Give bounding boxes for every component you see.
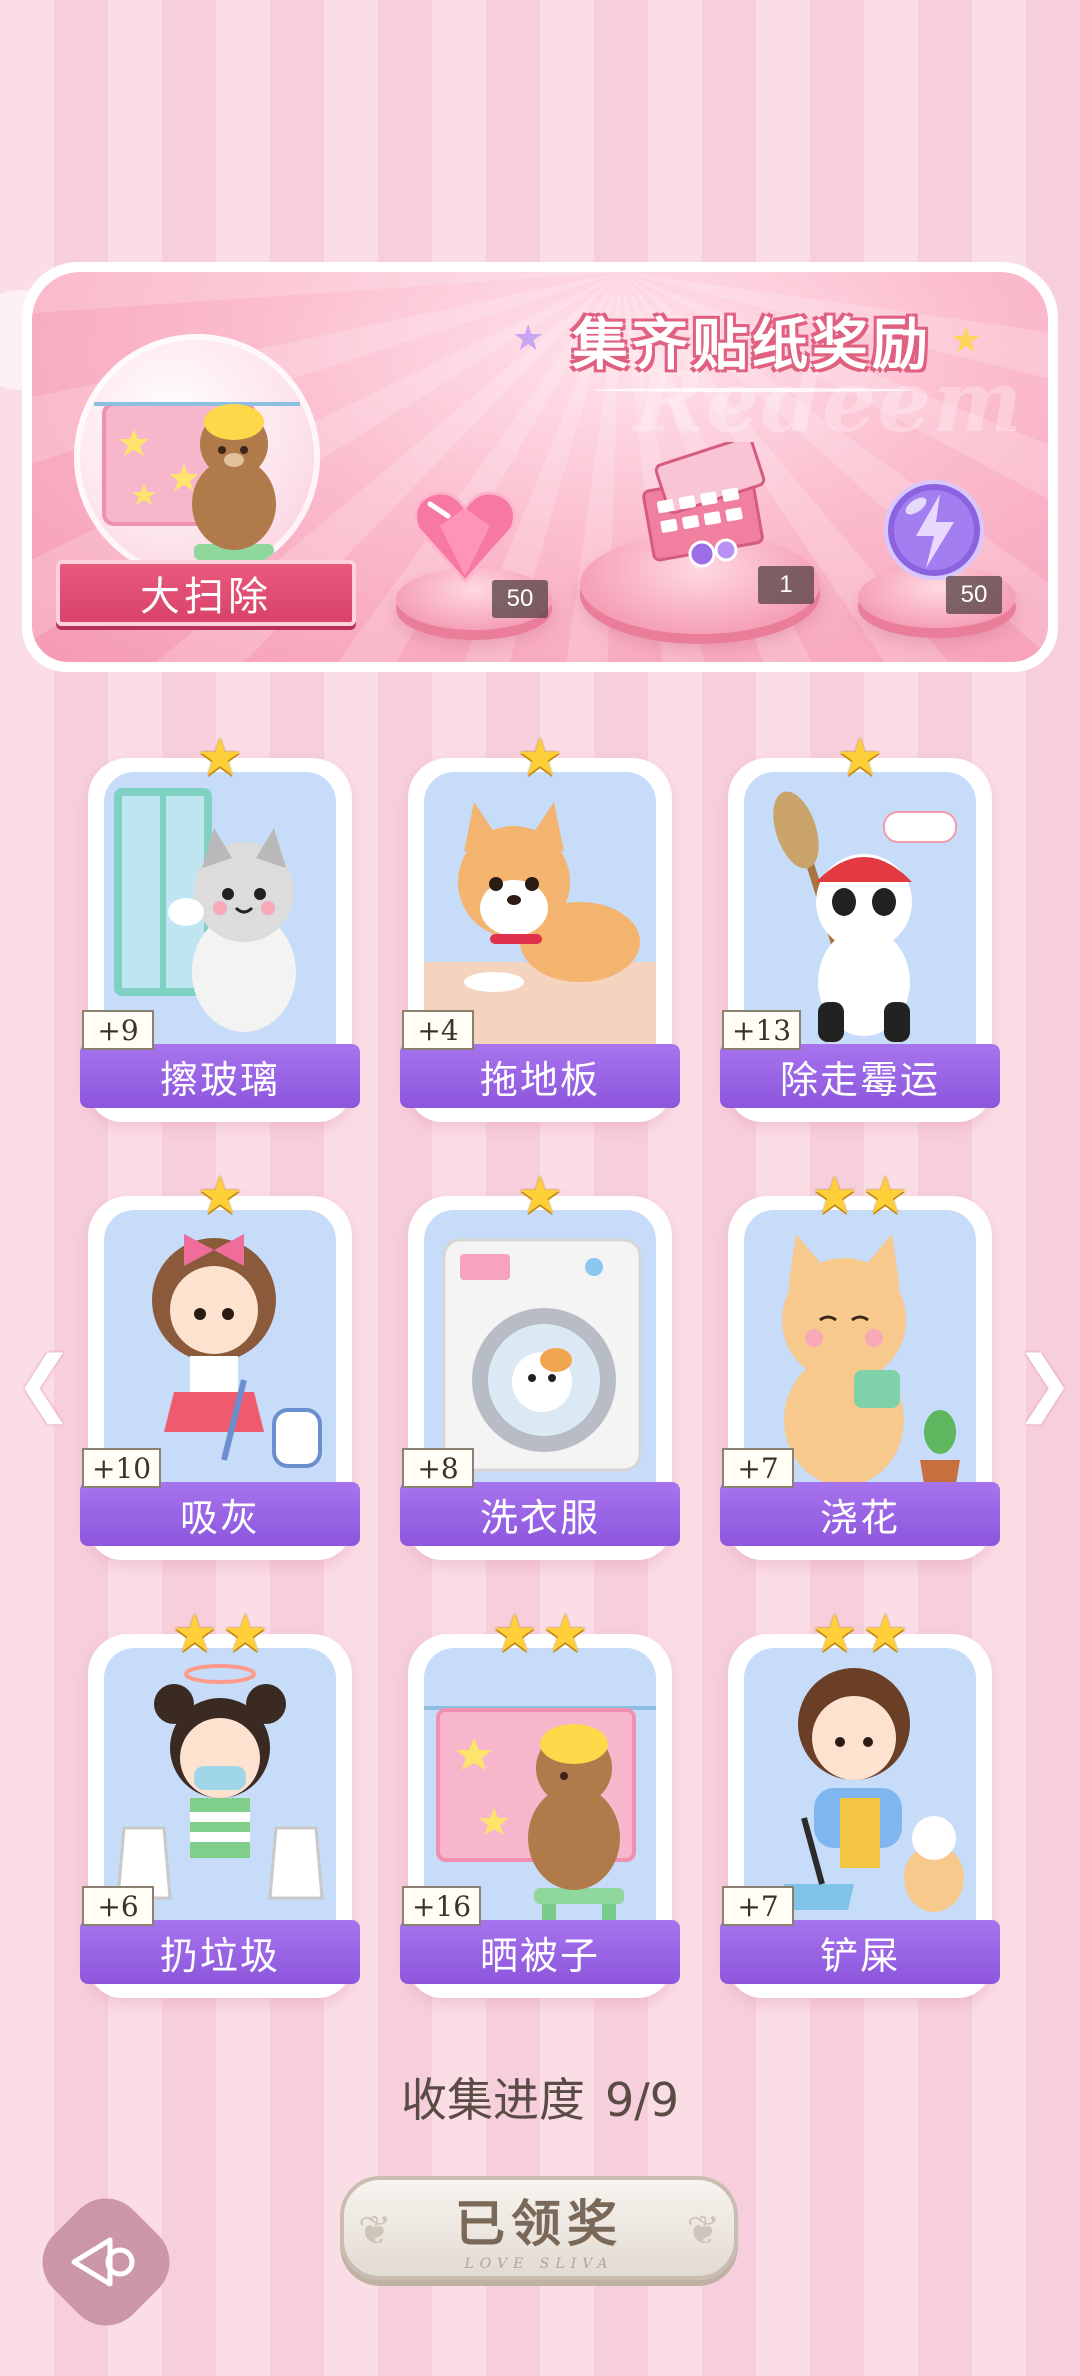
sticker-card-label: 晒被子 [400,1920,680,1984]
star-rating: ★ [728,732,992,784]
star-icon: ★ [811,1166,858,1226]
star-icon: ★ [512,318,545,359]
star-icon: ★ [811,1604,858,1664]
banner-title-wrap: 集齐贴纸奖励 [552,300,952,380]
purple-energy-orb-icon[interactable] [882,478,986,582]
star-icon: ★ [516,728,564,788]
sticker-card[interactable]: ★ 除走霉运 +13 [720,732,1000,1122]
star-icon: ★ [542,1604,589,1664]
bear-airing-quilt-icon [94,402,300,580]
featured-sticker-label-text: 大扫除 [140,574,272,620]
progress-value: 9/9 [604,2073,680,2127]
star-rating: ★ [88,1170,352,1222]
back-arrow-icon[interactable] [50,2206,162,2318]
star-icon: ★ [491,1604,538,1664]
star-icon: ★ [516,1166,564,1226]
sticker-card-label: 浇花 [720,1482,1000,1546]
sticker-card-label: 拖地板 [400,1044,680,1108]
reward-banner-background: Redeem ★ 集齐贴纸奖励 ★ 大扫除 50 1 50 [32,272,1048,662]
star-rating: ★ [88,732,352,784]
progress-label: 收集进度 [400,2073,585,2127]
star-icon: ★ [196,1166,244,1226]
sticker-card-label-text: 洗衣服 [479,1495,600,1540]
reward-count: 50 [946,576,1002,614]
star-rating: ★ ★ [88,1608,352,1660]
sticker-count-badge: +4 [402,1010,474,1050]
sticker-count-badge: +10 [82,1448,162,1488]
sticker-count-badge: +13 [722,1010,802,1050]
star-rating: ★ ★ [728,1170,992,1222]
star-rating: ★ ★ [728,1608,992,1660]
sticker-card[interactable]: ★ ★ 晒被子 +16 [400,1608,680,1998]
star-rating: ★ [408,732,672,784]
star-icon: ★ [950,320,983,361]
sticker-card-label-text: 擦玻璃 [159,1057,280,1102]
sticker-card[interactable]: ★ ★ 铲屎 +7 [720,1608,1000,1998]
star-rating: ★ ★ [408,1608,672,1660]
sticker-card-label-text: 除走霉运 [779,1057,940,1102]
claimed-reward-button[interactable]: ❦ 已领奖 LOVE SLIVA ❦ [340,2176,738,2280]
sticker-card[interactable]: ★ 擦玻璃 +9 [80,732,360,1122]
sticker-card[interactable]: ★ 拖地板 +4 [400,732,680,1122]
sticker-card[interactable]: ★ 洗衣服 +8 [400,1170,680,1560]
sticker-card-label: 擦玻璃 [80,1044,360,1108]
reward-count: 50 [492,580,548,618]
sticker-card-label: 扔垃圾 [80,1920,360,1984]
star-icon: ★ [836,728,884,788]
sticker-count-badge: +16 [402,1886,482,1926]
sticker-card-label: 洗衣服 [400,1482,680,1546]
banner-title: 集齐贴纸奖励 [572,311,932,378]
claimed-button-label: 已领奖 [455,2194,623,2253]
sticker-count-badge: +7 [722,1886,794,1926]
pink-heart-gem-icon[interactable] [410,486,520,586]
sticker-card-label-text: 晒被子 [479,1933,600,1978]
sticker-count-badge: +7 [722,1448,794,1488]
sticker-card-label: 铲屎 [720,1920,1000,1984]
gift-box-icon[interactable] [632,442,782,572]
sticker-card-label-text: 铲屎 [819,1933,900,1978]
sticker-card-label: 除走霉运 [720,1044,1000,1108]
sticker-card[interactable]: ★ 吸灰 +10 [80,1170,360,1560]
chevron-left-icon[interactable]: ❮ [14,1340,74,1424]
sticker-card-label: 吸灰 [80,1482,360,1546]
title-underline [592,388,912,392]
featured-sticker-label: 大扫除 [56,560,356,626]
sticker-card-label-text: 拖地板 [479,1057,600,1102]
star-icon: ★ [196,728,244,788]
star-rating: ★ [408,1170,672,1222]
star-icon: ★ [222,1604,269,1664]
sticker-count-badge: +8 [402,1448,474,1488]
chevron-right-icon[interactable]: ❯ [1014,1340,1074,1424]
star-icon: ★ [862,1166,909,1226]
claimed-button-subtext: LOVE SLIVA [464,2256,614,2272]
sticker-count-badge: +6 [82,1886,154,1926]
ornament-icon: ❦ [686,2208,720,2254]
reward-count: 1 [758,566,814,604]
star-icon: ★ [862,1604,909,1664]
collection-progress: 收集进度 9/9 [0,2064,1080,2130]
sticker-count-badge: +9 [82,1010,154,1050]
sticker-card[interactable]: ★ ★ 浇花 +7 [720,1170,1000,1560]
reward-banner: Redeem ★ 集齐贴纸奖励 ★ 大扫除 50 1 50 [22,262,1058,672]
sticker-card-label-text: 扔垃圾 [159,1933,280,1978]
sticker-card-label-text: 吸灰 [179,1495,260,1540]
star-icon: ★ [171,1604,218,1664]
sticker-card-label-text: 浇花 [819,1495,900,1540]
sticker-card[interactable]: ★ ★ 扔垃圾 +6 [80,1608,360,1998]
ornament-icon: ❦ [358,2208,392,2254]
featured-sticker-bubble[interactable] [74,334,320,580]
